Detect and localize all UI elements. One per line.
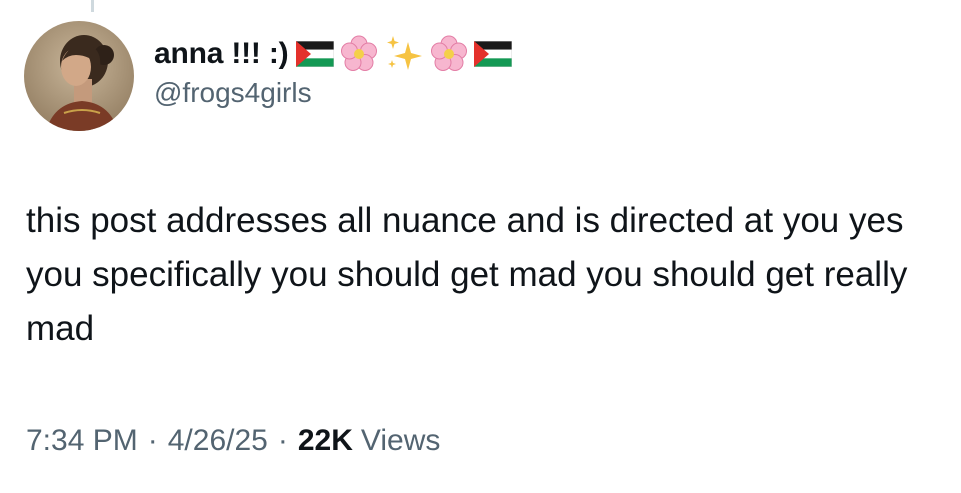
tweet-text: this post addresses all nuance and is di… [26,201,908,348]
palestine-flag-icon [474,41,513,67]
meta-separator: · [147,424,158,457]
avatar[interactable] [24,21,134,131]
avatar-portrait-image [24,21,134,131]
palestine-flag-icon [296,41,335,67]
views-label: Views [360,424,441,457]
tweet-date[interactable]: 4/26/25 [168,424,268,458]
author-names: anna !!! :) @frogs4girls [154,33,513,109]
name-emojis [296,34,513,74]
meta-separator: · [277,424,288,457]
author-handle[interactable]: @frogs4girls [154,77,512,109]
thread-connector-line [91,0,94,12]
display-name-row: anna !!! :) [154,33,513,75]
tweet-time[interactable]: 7:34 PM [26,424,138,458]
tweet-metadata: 7:34 PM · 4/26/25 · 22K Views [26,424,440,458]
views-count: 22K [297,424,353,457]
cherry-blossom-icon [431,35,468,71]
display-name[interactable]: anna !!! :) [154,37,289,71]
sparkles-icon [387,36,423,70]
tweet-header: anna !!! :) @frogs4girls [24,20,513,132]
cherry-blossom-icon [341,35,378,71]
